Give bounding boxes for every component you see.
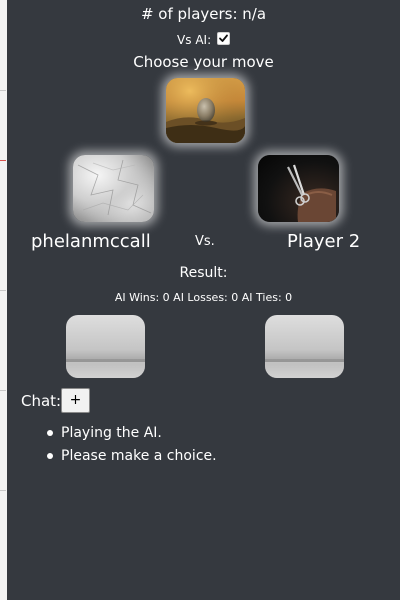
chat-message: Please make a choice. <box>47 447 217 470</box>
edge-tick-accent <box>0 160 6 161</box>
ai-stats: AI Wins: 0 AI Losses: 0 AI Ties: 0 <box>114 291 293 304</box>
edge-tick <box>0 90 6 91</box>
scissors-hand-icon <box>287 164 336 222</box>
vs-ai-checkbox[interactable] <box>216 32 230 45</box>
chat-label: Chat: <box>21 392 62 410</box>
versus-label: Vs. <box>195 234 215 249</box>
game-panel: # of players: n/a Vs AI: Choose your mov… <box>7 0 400 600</box>
edge-tick <box>0 290 6 291</box>
checkmark-icon <box>219 34 228 42</box>
chat-messages: Playing the AI. Please make a choice. <box>47 424 217 470</box>
bullet-icon <box>47 430 53 436</box>
player2-name: Player 2 <box>287 231 361 252</box>
result-tile-player2 <box>265 315 344 378</box>
vs-ai-label: Vs AI: <box>177 33 212 47</box>
bullet-icon <box>47 453 53 459</box>
crumpled-paper-icon <box>77 159 152 216</box>
empty-room-icon <box>265 359 344 378</box>
rock-move-button[interactable] <box>166 78 245 143</box>
edge-tick <box>0 490 6 491</box>
chat-add-button[interactable]: + <box>61 388 90 413</box>
chat-message-text: Playing the AI. <box>61 425 162 441</box>
vs-ai-row: Vs AI: <box>7 32 400 47</box>
chat-message-text: Please make a choice. <box>61 448 217 464</box>
choose-move-prompt: Choose your move <box>133 53 274 71</box>
player2-choice-scissors <box>258 155 339 222</box>
result-label: Result: <box>179 265 228 281</box>
player1-choice-paper <box>73 155 154 222</box>
players-count-label: # of players: n/a <box>140 5 267 23</box>
edge-tick <box>0 390 6 391</box>
chat-message: Playing the AI. <box>47 424 217 447</box>
rock-photo-icon <box>166 78 245 143</box>
result-tile-player1 <box>66 315 145 378</box>
empty-room-icon <box>66 359 145 378</box>
player1-name: phelanmccall <box>31 231 151 252</box>
